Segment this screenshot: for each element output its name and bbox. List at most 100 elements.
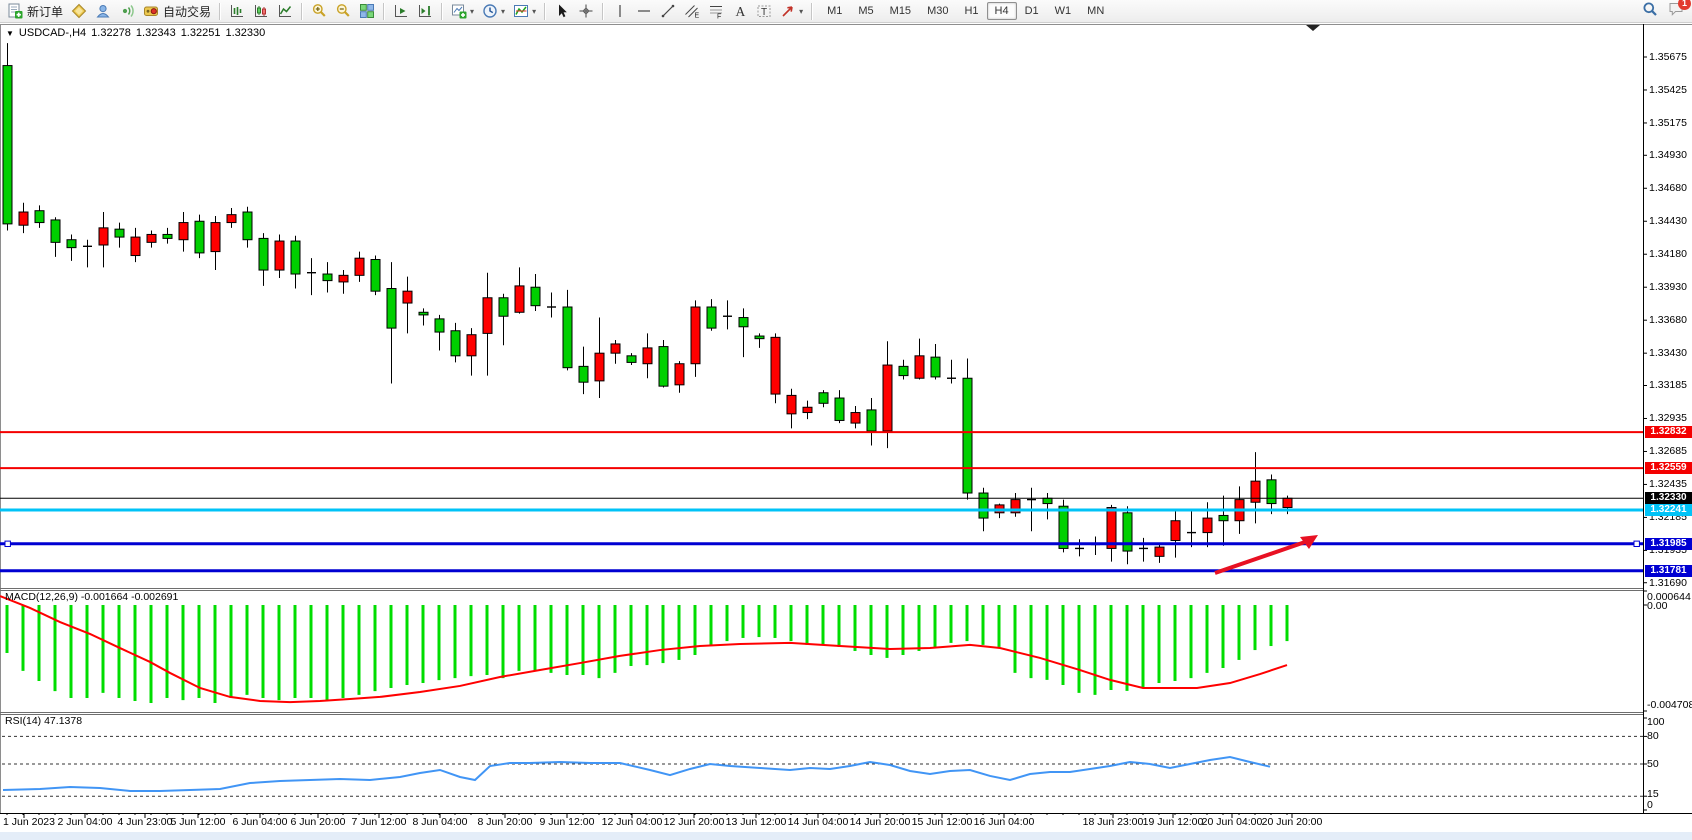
bull-candle xyxy=(499,298,508,316)
svg-text:T: T xyxy=(761,7,767,18)
bear-candle xyxy=(339,275,348,282)
rsi-axis-label: 100 xyxy=(1647,716,1665,728)
fibonacci-tool-button[interactable]: F xyxy=(704,0,728,23)
timeframe-m30[interactable]: M30 xyxy=(919,2,956,20)
bear-candle xyxy=(275,241,284,270)
bar-chart-mode-button[interactable] xyxy=(225,0,249,23)
price-axis-label: 1.33930 xyxy=(1649,281,1687,293)
market-watch-button[interactable] xyxy=(91,0,115,23)
periods-button[interactable]: ▾ xyxy=(478,0,509,23)
chevron-down-icon[interactable]: ▾ xyxy=(470,7,474,16)
signals-button[interactable] xyxy=(115,0,139,23)
timeframe-m1[interactable]: M1 xyxy=(819,2,850,20)
symbol-dropdown-icon[interactable]: ▼ xyxy=(6,29,14,38)
timeframe-mn[interactable]: MN xyxy=(1079,2,1112,20)
line-selection-handle[interactable] xyxy=(1634,541,1639,546)
bull-candle xyxy=(163,234,172,238)
time-axis-label: 16 Jun 04:00 xyxy=(974,816,1035,828)
text-tool-button[interactable]: A xyxy=(728,0,752,23)
line-chart-mode-button[interactable] xyxy=(273,0,297,23)
svg-text:A: A xyxy=(736,4,746,19)
search-button[interactable] xyxy=(1642,1,1658,22)
time-axis-label: 9 Jun 12:00 xyxy=(540,816,595,828)
time-axis-label: 13 Jun 12:00 xyxy=(726,816,787,828)
auto-trading-button[interactable]: 自动交易 xyxy=(139,0,215,23)
macd-axis-label: 0.00 xyxy=(1647,600,1667,612)
bull-candle xyxy=(579,366,588,382)
time-axis-label: 7 Jun 12:00 xyxy=(352,816,407,828)
bear-candle xyxy=(211,223,220,252)
line-selection-handle[interactable] xyxy=(5,541,10,546)
bull-candle xyxy=(899,366,908,375)
bull-candle xyxy=(35,211,44,223)
toolbar-separator xyxy=(219,3,221,20)
chevron-down-icon[interactable]: ▾ xyxy=(799,7,803,16)
svg-text:E: E xyxy=(695,13,700,20)
auto-scroll-button[interactable] xyxy=(389,0,413,23)
rsi-axis-label: 0 xyxy=(1647,799,1653,811)
bar-chart-icon xyxy=(229,3,245,19)
profile-button[interactable] xyxy=(67,0,91,23)
chart-symbol: USDCAD-,H4 xyxy=(19,27,86,39)
candlestick-mode-button[interactable] xyxy=(249,0,273,23)
time-axis-label: 1 Jun 2023 xyxy=(3,816,55,828)
new-chart-button[interactable]: ▾ xyxy=(447,0,478,23)
cursor-tool-button[interactable] xyxy=(550,0,574,23)
chart-shift-button[interactable] xyxy=(413,0,437,23)
vertical-line-tool-button[interactable] xyxy=(608,0,632,23)
horizontal-line-tool-button[interactable] xyxy=(632,0,656,23)
arrows-tool-button[interactable]: ▾ xyxy=(776,0,807,23)
timeframe-w1[interactable]: W1 xyxy=(1047,2,1080,20)
price-tag-1.31985: 1.31985 xyxy=(1645,538,1692,550)
chevron-down-icon[interactable]: ▾ xyxy=(501,7,505,16)
bear-candle xyxy=(147,234,156,242)
trendline-tool-button[interactable] xyxy=(656,0,680,23)
bull-candle xyxy=(979,493,988,518)
bull-candle xyxy=(1219,515,1228,520)
quote-open: 1.32278 xyxy=(91,27,131,39)
search-icon xyxy=(1642,1,1658,17)
zoom-in-button[interactable] xyxy=(307,0,331,23)
timeframe-h4[interactable]: H4 xyxy=(987,2,1017,20)
timeframe-m15[interactable]: M15 xyxy=(882,2,919,20)
bull-candle xyxy=(67,240,76,248)
bear-candle xyxy=(771,337,780,394)
text-label-icon: T xyxy=(756,3,772,19)
time-axis-label: 12 Jun 04:00 xyxy=(602,816,663,828)
notifications-button[interactable]: 1 xyxy=(1668,1,1684,22)
bear-candle xyxy=(403,291,412,303)
time-axis-label: 8 Jun 20:00 xyxy=(478,816,533,828)
crosshair-tool-button[interactable] xyxy=(574,0,598,23)
bear-candle xyxy=(595,353,604,381)
bull-candle xyxy=(1043,498,1052,503)
bear-candle xyxy=(691,307,700,364)
equidistant-channel-tool-button[interactable]: E xyxy=(680,0,704,23)
bull-candle xyxy=(259,238,268,270)
timeframe-h1[interactable]: H1 xyxy=(956,2,986,20)
price-axis-label: 1.34180 xyxy=(1649,248,1687,260)
new-chart-icon xyxy=(451,3,467,19)
timeframe-m5[interactable]: M5 xyxy=(850,2,881,20)
chart-shift-marker[interactable] xyxy=(1306,25,1320,31)
timeframe-d1[interactable]: D1 xyxy=(1017,2,1047,20)
time-axis-label: 20 Jun 20:00 xyxy=(1262,816,1323,828)
text-label-tool-button[interactable]: T xyxy=(752,0,776,23)
trend-arrow-shaft[interactable] xyxy=(1215,541,1308,573)
toolbar-separator xyxy=(441,3,443,20)
hline-icon xyxy=(636,3,652,19)
bull-candle xyxy=(115,229,124,237)
price-tag-1.32241: 1.32241 xyxy=(1645,504,1692,516)
tile-windows-button[interactable] xyxy=(355,0,379,23)
chevron-down-icon[interactable]: ▾ xyxy=(532,7,536,16)
price-chart-canvas[interactable] xyxy=(0,24,1692,840)
bull-candle xyxy=(323,274,332,281)
bull-candle xyxy=(451,331,460,356)
chart-title: ▼USDCAD-,H41.322781.323431.322511.32330 xyxy=(6,27,270,39)
indicators-button[interactable]: ▾ xyxy=(509,0,540,23)
zoom-out-button[interactable] xyxy=(331,0,355,23)
time-axis-label: 2 Jun 04:00 xyxy=(58,816,113,828)
new-order-button[interactable]: 新订单 xyxy=(3,0,67,23)
price-tag-1.32832: 1.32832 xyxy=(1645,426,1692,438)
time-axis-label: 6 Jun 20:00 xyxy=(291,816,346,828)
toolbar-separator xyxy=(602,3,604,20)
